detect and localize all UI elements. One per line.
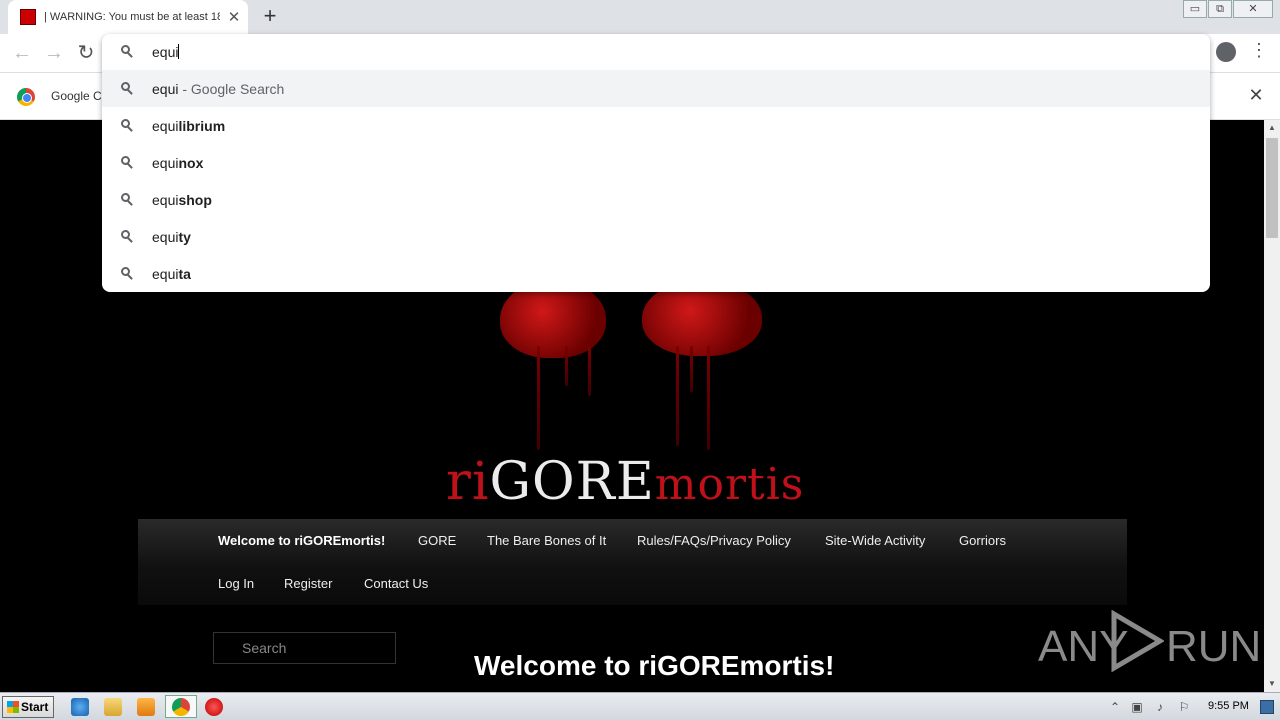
nav-bare-bones[interactable]: The Bare Bones of It <box>487 533 606 548</box>
start-label: Start <box>21 700 49 714</box>
infobar-close-button[interactable]: ✕ <box>1246 85 1266 106</box>
nav-register[interactable]: Register <box>284 576 332 591</box>
tab-close-icon[interactable]: ✕ <box>226 8 242 26</box>
infobar-text: Google Cl <box>51 89 105 103</box>
nav-gorriors[interactable]: Gorriors <box>959 533 1006 548</box>
file-explorer-icon[interactable] <box>104 698 122 716</box>
tray-expand-icon[interactable]: ⌃ <box>1108 700 1122 714</box>
anyrun-watermark: ANY RUN <box>1038 610 1261 680</box>
suggestion-text: equishop <box>152 192 212 208</box>
media-player-icon[interactable] <box>137 698 155 716</box>
scroll-thumb[interactable] <box>1266 138 1278 238</box>
chrome-icon <box>172 698 190 716</box>
search-icon <box>121 119 135 133</box>
suggestion-item[interactable]: equilibrium <box>102 107 1210 144</box>
site-search-input[interactable] <box>218 638 388 658</box>
action-center-flag-icon[interactable]: ⚐ <box>1177 700 1191 714</box>
page-heading: Welcome to riGOREmortis! <box>474 650 835 681</box>
nav-gore[interactable]: GORE <box>418 533 456 548</box>
suggestion-text: equity <box>152 229 191 245</box>
play-triangle-icon <box>1111 610 1164 672</box>
browser-tab[interactable]: | WARNING: You must be at least 18 ✕ <box>8 0 248 34</box>
nav-welcome[interactable]: Welcome to riGOREmortis! <box>218 533 385 548</box>
restore-button[interactable]: ⧉ <box>1208 0 1232 18</box>
chrome-taskbar-button[interactable] <box>165 695 197 718</box>
internet-explorer-icon[interactable] <box>71 698 89 716</box>
forward-button[interactable]: → <box>41 40 67 66</box>
nav-rules-faqs[interactable]: Rules/FAQs/Privacy Policy <box>637 533 791 548</box>
omnibox-dropdown: equi equi - Google Search equilibrium eq… <box>102 34 1210 292</box>
suggestion-item[interactable]: equinox <box>102 144 1210 181</box>
tab-title: | WARNING: You must be at least 18 <box>44 11 220 23</box>
omnibox-input-row[interactable]: equi <box>102 34 1210 70</box>
scroll-down-arrow-icon[interactable]: ▼ <box>1264 676 1280 692</box>
os-taskbar: Start ⌃ ▣ ♪ ⚐ 9:55 PM <box>0 692 1280 720</box>
show-desktop-icon[interactable] <box>1260 700 1274 714</box>
site-favicon-icon <box>20 9 36 25</box>
page-scrollbar[interactable]: ▲ ▼ <box>1264 120 1280 692</box>
reload-button[interactable]: ↻ <box>73 40 99 66</box>
back-button[interactable]: ← <box>9 40 35 66</box>
site-search-box <box>213 632 396 664</box>
minimize-button[interactable]: ▭ <box>1183 0 1207 18</box>
nav-log-in[interactable]: Log In <box>218 576 254 591</box>
search-icon <box>121 230 135 244</box>
profile-avatar-icon[interactable] <box>1216 42 1236 62</box>
search-icon <box>121 156 135 170</box>
nav-site-wide-activity[interactable]: Site-Wide Activity <box>825 533 925 548</box>
suggestion-text: equita <box>152 266 191 282</box>
search-icon <box>121 82 135 96</box>
network-icon[interactable]: ▣ <box>1130 700 1144 714</box>
opera-icon[interactable] <box>205 698 223 716</box>
suggestion-item[interactable]: equita <box>102 255 1210 292</box>
nav-contact-us[interactable]: Contact Us <box>364 576 428 591</box>
new-tab-button[interactable]: + <box>259 3 281 29</box>
scroll-up-arrow-icon[interactable]: ▲ <box>1264 120 1280 136</box>
watermark-right: RUN <box>1166 622 1262 671</box>
search-icon <box>121 193 135 207</box>
window-close-button[interactable]: ✕ <box>1233 0 1273 18</box>
suggestion-text: equi - Google Search <box>152 81 285 97</box>
suggestion-item[interactable]: equi - Google Search <box>102 70 1210 107</box>
suggestion-item[interactable]: equishop <box>102 181 1210 218</box>
windows-logo-icon <box>7 701 19 713</box>
browser-menu-button[interactable]: ⋮ <box>1250 40 1268 61</box>
start-button[interactable]: Start <box>2 696 54 718</box>
search-icon <box>121 267 135 281</box>
site-logo[interactable]: riGOREmortis <box>446 452 804 512</box>
system-clock[interactable]: 9:55 PM <box>1208 700 1249 712</box>
suggestion-text: equilibrium <box>152 118 226 134</box>
suggestion-item[interactable]: equity <box>102 218 1210 255</box>
tab-strip: | WARNING: You must be at least 18 ✕ + ▭… <box>0 0 1280 34</box>
omnibox-input[interactable]: equi <box>152 44 180 60</box>
chrome-logo-icon <box>17 88 35 106</box>
search-icon <box>121 45 135 59</box>
suggestion-text: equinox <box>152 155 204 171</box>
site-navigation: Welcome to riGOREmortis! GORE The Bare B… <box>138 519 1127 605</box>
volume-icon[interactable]: ♪ <box>1153 700 1167 714</box>
